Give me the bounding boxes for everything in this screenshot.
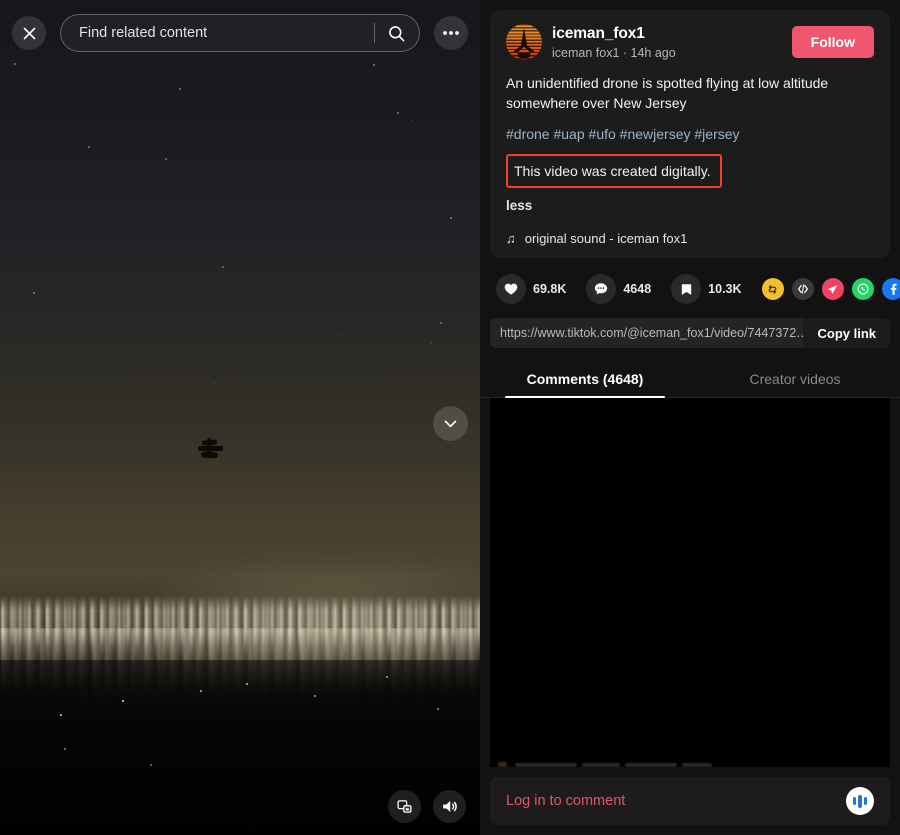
bookmark-icon	[681, 283, 691, 295]
ellipsis-icon	[443, 31, 459, 35]
like-count: 69.8K	[533, 282, 567, 296]
embed-code-icon	[797, 284, 808, 294]
author-username[interactable]: iceman_fox1	[552, 25, 782, 43]
like-icon-circle	[496, 274, 526, 304]
post-description: An unidentified drone is spotted flying …	[506, 75, 829, 111]
volume-button[interactable]	[433, 790, 466, 823]
share-targets	[761, 278, 900, 300]
search-input[interactable]	[79, 25, 374, 41]
login-prompt[interactable]: Log in to comment	[506, 793, 625, 809]
share-link-bar: https://www.tiktok.com/@iceman_fox1/vide…	[490, 318, 890, 348]
picture-in-picture-icon	[397, 800, 412, 813]
heart-icon	[504, 283, 518, 295]
ai-disclosure-highlight: This video was created digitally.	[506, 154, 722, 188]
telegram-share-button[interactable]	[821, 278, 844, 300]
telegram-icon	[827, 284, 838, 294]
music-note-icon: ♫	[506, 231, 516, 246]
sound-name[interactable]: original sound - iceman fox1	[525, 231, 688, 246]
bookmark-count: 10.3K	[708, 282, 742, 296]
bookmark-button[interactable]: 10.3K	[671, 274, 742, 304]
info-card-container: iceman_fox1 iceman fox1 · 14h ago Follow…	[480, 0, 900, 258]
author-meta: iceman_fox1 iceman fox1 · 14h ago	[552, 24, 782, 61]
panel-tabs: Comments (4648) Creator videos	[480, 362, 900, 398]
video-url[interactable]: https://www.tiktok.com/@iceman_fox1/vide…	[490, 318, 804, 348]
list-item[interactable]	[498, 762, 880, 767]
equalizer-bar	[858, 794, 862, 808]
comment-avatar	[498, 762, 507, 767]
engagement-action-bar: 69.8K 4648 10.3K	[480, 258, 900, 304]
close-button[interactable]	[12, 16, 46, 50]
search-bar[interactable]	[60, 14, 420, 52]
comment-compose-area: Log in to comment	[480, 767, 900, 835]
comment-text-placeholder	[515, 762, 880, 767]
hashtag-uap[interactable]: #uap	[553, 126, 584, 142]
like-button[interactable]: 69.8K	[496, 274, 566, 304]
video-info-panel: iceman_fox1 iceman fox1 · 14h ago Follow…	[480, 0, 900, 835]
chevron-down-icon	[444, 420, 457, 428]
embed-share-button[interactable]	[791, 278, 814, 300]
more-options-button[interactable]	[434, 16, 468, 50]
repost-share-button[interactable]	[761, 278, 784, 300]
hashtag-newjersey[interactable]: #newjersey	[620, 126, 691, 142]
search-divider	[374, 23, 375, 43]
avatar-stripes	[506, 24, 542, 60]
whatsapp-icon	[857, 283, 868, 295]
comment-count: 4648	[623, 282, 652, 296]
video-bottom-controls	[388, 790, 466, 823]
hashtag-drone[interactable]: #drone	[506, 126, 550, 142]
avatar[interactable]	[506, 24, 542, 60]
picture-in-picture-button[interactable]	[388, 790, 421, 823]
login-to-comment-bar[interactable]: Log in to comment	[490, 777, 890, 825]
video-player[interactable]	[0, 0, 480, 835]
copy-link-button[interactable]: Copy link	[803, 326, 890, 341]
bookmark-icon-circle	[671, 274, 702, 304]
comment-button[interactable]: 4648	[586, 274, 651, 304]
post-info-card: iceman_fox1 iceman fox1 · 14h ago Follow…	[490, 10, 890, 258]
video-top-controls	[12, 14, 468, 52]
comments-list[interactable]	[490, 398, 890, 767]
tiktok-video-page: iceman_fox1 iceman fox1 · 14h ago Follow…	[0, 0, 900, 835]
collapse-description-button[interactable]: less	[506, 198, 874, 213]
close-icon	[23, 27, 35, 39]
search-icon	[388, 25, 404, 41]
ai-disclosure-text: This video was created digitally.	[506, 154, 722, 188]
search-submit-button[interactable]	[377, 16, 415, 50]
repost-icon	[768, 284, 777, 294]
equalizer-bar	[853, 797, 857, 805]
author-row: iceman_fox1 iceman fox1 · 14h ago Follow	[506, 24, 874, 61]
drone-silhouette	[196, 437, 226, 463]
comment-icon-circle	[586, 274, 617, 304]
volume-icon	[443, 800, 457, 813]
hashtag-jersey[interactable]: #jersey	[694, 126, 739, 142]
comment-icon	[595, 283, 608, 295]
hashtag-ufo[interactable]: #ufo	[589, 126, 616, 142]
audio-equalizer-button[interactable]	[846, 787, 874, 815]
author-subtitle: iceman fox1 · 14h ago	[552, 46, 676, 60]
whatsapp-share-button[interactable]	[851, 278, 874, 300]
tab-creator-videos[interactable]: Creator videos	[690, 362, 900, 397]
equalizer-bar	[863, 797, 867, 805]
facebook-share-button[interactable]	[881, 278, 900, 300]
hashtag-list: #drone #uap #ufo #newjersey #jersey	[506, 124, 874, 144]
facebook-icon	[890, 283, 897, 295]
next-video-button[interactable]	[433, 406, 468, 441]
tab-comments[interactable]: Comments (4648)	[480, 362, 690, 398]
follow-button[interactable]: Follow	[791, 26, 874, 58]
sound-row[interactable]: ♫ original sound - iceman fox1	[506, 231, 874, 246]
